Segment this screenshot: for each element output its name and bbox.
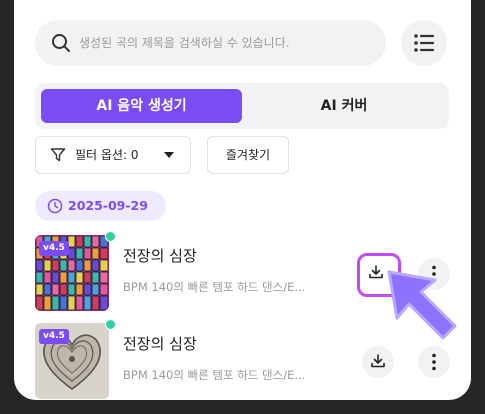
version-badge: v4.5 (39, 241, 69, 256)
search-bar[interactable] (35, 20, 386, 66)
song-description: BPM 140의 빠른 템포 하드 댄스/E... (123, 368, 306, 382)
song-cover-image: v4.5 (35, 235, 109, 311)
download-button[interactable] (362, 346, 394, 378)
filter-icon (50, 148, 66, 162)
cursor-arrow-icon (387, 270, 457, 340)
date-group-badge: 2025-09-29 (35, 191, 166, 221)
favorites-button[interactable]: 즐겨찾기 (207, 136, 289, 174)
new-status-dot (105, 319, 116, 330)
version-badge: v4.5 (39, 329, 69, 344)
list-icon (414, 34, 435, 52)
filter-dropdown[interactable]: 필터 옵션: 0 (35, 136, 191, 174)
song-cover-image: v4.5 (35, 323, 109, 399)
filter-label: 필터 옵션: 0 (75, 148, 139, 162)
new-status-dot (105, 231, 116, 242)
list-menu-button[interactable] (401, 20, 447, 66)
song-title: 전장의 심장 (123, 247, 197, 265)
tab-ai-cover[interactable]: AI 커버 (245, 89, 443, 123)
song-title: 전장의 심장 (123, 335, 197, 353)
date-label: 2025-09-29 (68, 198, 148, 213)
more-vertical-icon (432, 353, 436, 371)
caret-down-icon (164, 152, 174, 158)
mode-tabs: AI 음악 생성기 AI 커버 (35, 83, 449, 129)
song-description: BPM 140의 빠른 템포 하드 댄스/E... (123, 280, 306, 294)
search-input[interactable] (79, 20, 379, 66)
clock-icon (47, 198, 63, 214)
download-icon (369, 265, 383, 279)
more-options-button[interactable] (418, 346, 450, 378)
search-icon (52, 34, 70, 52)
download-icon (371, 354, 385, 368)
tab-ai-music-generator[interactable]: AI 음악 생성기 (41, 89, 242, 123)
